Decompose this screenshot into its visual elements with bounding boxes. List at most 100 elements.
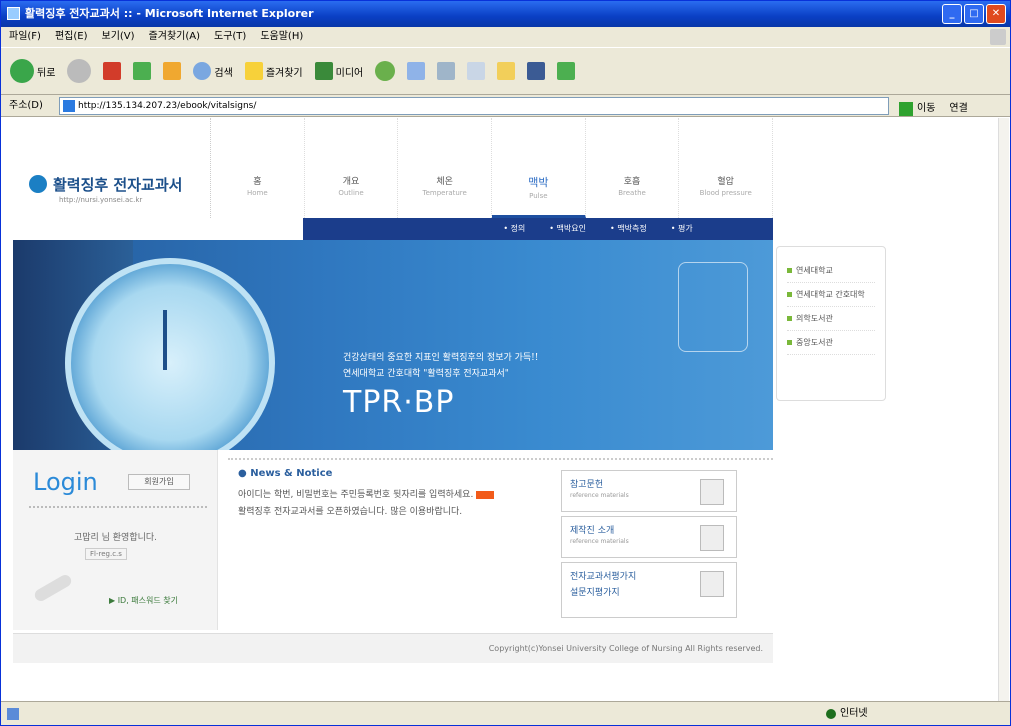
side-links: 연세대학교 연세대학교 간호대학 의학도서관 중앙도서관	[776, 246, 886, 401]
side-link-central-library[interactable]: 중앙도서관	[787, 331, 875, 355]
menu-tools[interactable]: 도구(T)	[214, 27, 246, 47]
news-heading-text: News & Notice	[250, 468, 333, 479]
research-button[interactable]	[524, 60, 548, 82]
document-icon	[700, 525, 724, 551]
vertical-scrollbar[interactable]	[998, 118, 1009, 703]
title-bar: 활력징후 전자교과서 :: - Microsoft Internet Explo…	[1, 1, 1010, 27]
search-button[interactable]: 검색	[190, 60, 235, 82]
nav-home[interactable]: 홈 Home	[211, 118, 305, 218]
subnav-definition[interactable]: • 정의	[503, 218, 525, 240]
back-label: 뒤로	[37, 67, 56, 79]
print-button[interactable]	[434, 60, 458, 82]
side-link-label: 연세대학교	[796, 266, 833, 275]
news-item[interactable]: 아이디는 학번, 비밀번호는 주민등록번호 뒷자리를 입력하세요.	[238, 489, 558, 502]
nav-home-en: Home	[247, 189, 268, 197]
history-button[interactable]	[372, 59, 398, 83]
edit-button[interactable]	[464, 60, 488, 82]
star-icon	[244, 62, 263, 80]
side-link-nursing[interactable]: 연세대학교 간호대학	[787, 283, 875, 307]
subnav-evaluation[interactable]: • 평가	[671, 218, 693, 240]
back-arrow-icon	[10, 59, 34, 83]
staff-box[interactable]: 제작진 소개 reference materials	[561, 516, 737, 558]
messenger-button[interactable]	[554, 60, 578, 82]
nav-pulse-en: Pulse	[529, 192, 548, 200]
maximize-button[interactable]: □	[964, 4, 984, 24]
side-link-label: 중앙도서관	[796, 338, 833, 347]
menu-file[interactable]: 파일(F)	[9, 27, 41, 47]
nav-breathe[interactable]: 호흡 Breathe	[586, 118, 680, 218]
back-button[interactable]: 뒤로	[7, 57, 58, 85]
windows-logo-icon	[990, 29, 1006, 45]
bullet-icon	[787, 268, 792, 273]
logo-area[interactable]: 활력징후 전자교과서 http://nursi.yonsei.ac.kr	[13, 118, 211, 218]
hero-line-2: 연세대학교 간호대학 "활력징후 전자교과서"	[343, 369, 509, 379]
forward-arrow-icon	[67, 59, 92, 83]
hero-banner: 건강상태의 중요한 지표인 활력징후의 정보가 가득!! 연세대학교 간호대학 …	[13, 240, 773, 450]
nav-pulse[interactable]: 맥박 Pulse	[492, 118, 586, 218]
menu-bar: 파일(F) 편집(E) 보기(V) 즐겨찾기(A) 도구(T) 도움말(H)	[1, 27, 1010, 47]
security-zone: 인터넷	[826, 702, 868, 726]
mail-button[interactable]	[404, 60, 428, 82]
key-icon	[32, 572, 74, 604]
copyright: Copyright(c)Yonsei University College of…	[13, 633, 773, 663]
menu-favorites[interactable]: 즐겨찾기(A)	[149, 27, 200, 47]
nav-breathe-en: Breathe	[618, 189, 646, 197]
nav-blood-pressure[interactable]: 혈압 Blood pressure	[679, 118, 774, 218]
book-icon	[700, 479, 724, 505]
page-icon	[63, 100, 75, 112]
nav-outline[interactable]: 개요 Outline	[305, 118, 399, 218]
subnav-factors[interactable]: • 맥박요인	[549, 218, 586, 240]
go-button[interactable]: 이동	[917, 98, 935, 120]
login-divider	[29, 506, 207, 508]
sub-nav: • 정의 • 맥박요인 • 맥박측정 • 평가	[303, 218, 773, 240]
user-tag[interactable]: Fl-reg.c.s	[85, 548, 127, 560]
menu-edit[interactable]: 편집(E)	[55, 27, 88, 47]
research-icon	[527, 62, 546, 80]
signup-button[interactable]: 회원가입	[128, 474, 190, 490]
news-item[interactable]: 활력징후 전자교과서를 오픈하였습니다. 많은 이용바랍니다.	[238, 506, 558, 519]
side-link-label: 의학도서관	[796, 314, 833, 323]
hero-title: TPR·BP	[343, 385, 455, 420]
nav-temperature[interactable]: 체온 Temperature	[398, 118, 493, 218]
news-item-text: 활력징후 전자교과서를 오픈하였습니다. 많은 이용바랍니다.	[238, 507, 463, 517]
stop-button[interactable]	[100, 60, 124, 82]
folder-button[interactable]	[494, 60, 518, 82]
minimize-button[interactable]: _	[942, 4, 962, 24]
side-link-label: 연세대학교 간호대학	[796, 290, 865, 299]
menu-help[interactable]: 도움말(H)	[260, 27, 303, 47]
cuff-image	[678, 262, 748, 352]
nav-temperature-en: Temperature	[422, 189, 467, 197]
media-button[interactable]: 미디어	[312, 60, 367, 82]
messenger-icon	[557, 62, 576, 80]
login-title: Login	[33, 468, 98, 496]
address-input[interactable]: http://135.134.207.23/ebook/vitalsigns/	[59, 97, 889, 115]
gauge-needle	[163, 310, 167, 370]
home-button[interactable]	[160, 60, 184, 82]
stop-icon	[103, 62, 122, 80]
close-button[interactable]: ✕	[986, 4, 1006, 24]
globe-icon	[826, 709, 836, 719]
nav-home-label: 홈	[253, 177, 262, 187]
reference-box[interactable]: 참고문헌 reference materials	[561, 470, 737, 512]
hero-tagline: 건강상태의 중요한 지표인 활력징후의 정보가 가득!! 연세대학교 간호대학 …	[343, 350, 538, 382]
menu-view[interactable]: 보기(V)	[102, 27, 135, 47]
site-page: 활력징후 전자교과서 http://nursi.yonsei.ac.kr 홈 Ho…	[13, 118, 774, 663]
ie-icon	[7, 7, 20, 20]
favorites-button[interactable]: 즐겨찾기	[242, 60, 306, 82]
media-label: 미디어	[335, 67, 364, 79]
side-link-yonsei[interactable]: 연세대학교	[787, 259, 875, 283]
edit-icon	[467, 62, 486, 80]
find-id-link[interactable]: ▶ ID, 패스워드 찾기	[109, 595, 178, 606]
form-icon	[700, 571, 724, 597]
refresh-button[interactable]	[130, 60, 154, 82]
forward-button[interactable]	[64, 57, 94, 85]
news-heading: ● News & Notice	[238, 468, 333, 479]
go-icon	[899, 102, 913, 116]
nav-blood-pressure-label: 혈압	[717, 177, 734, 187]
quick-links: 참고문헌 reference materials 제작진 소개 referenc…	[561, 470, 737, 622]
print-icon	[437, 62, 456, 80]
links-button[interactable]: 연결	[949, 98, 967, 120]
subnav-measure[interactable]: • 맥박측정	[610, 218, 647, 240]
nav-pulse-label: 맥박	[528, 176, 549, 189]
side-link-medical-library[interactable]: 의학도서관	[787, 307, 875, 331]
